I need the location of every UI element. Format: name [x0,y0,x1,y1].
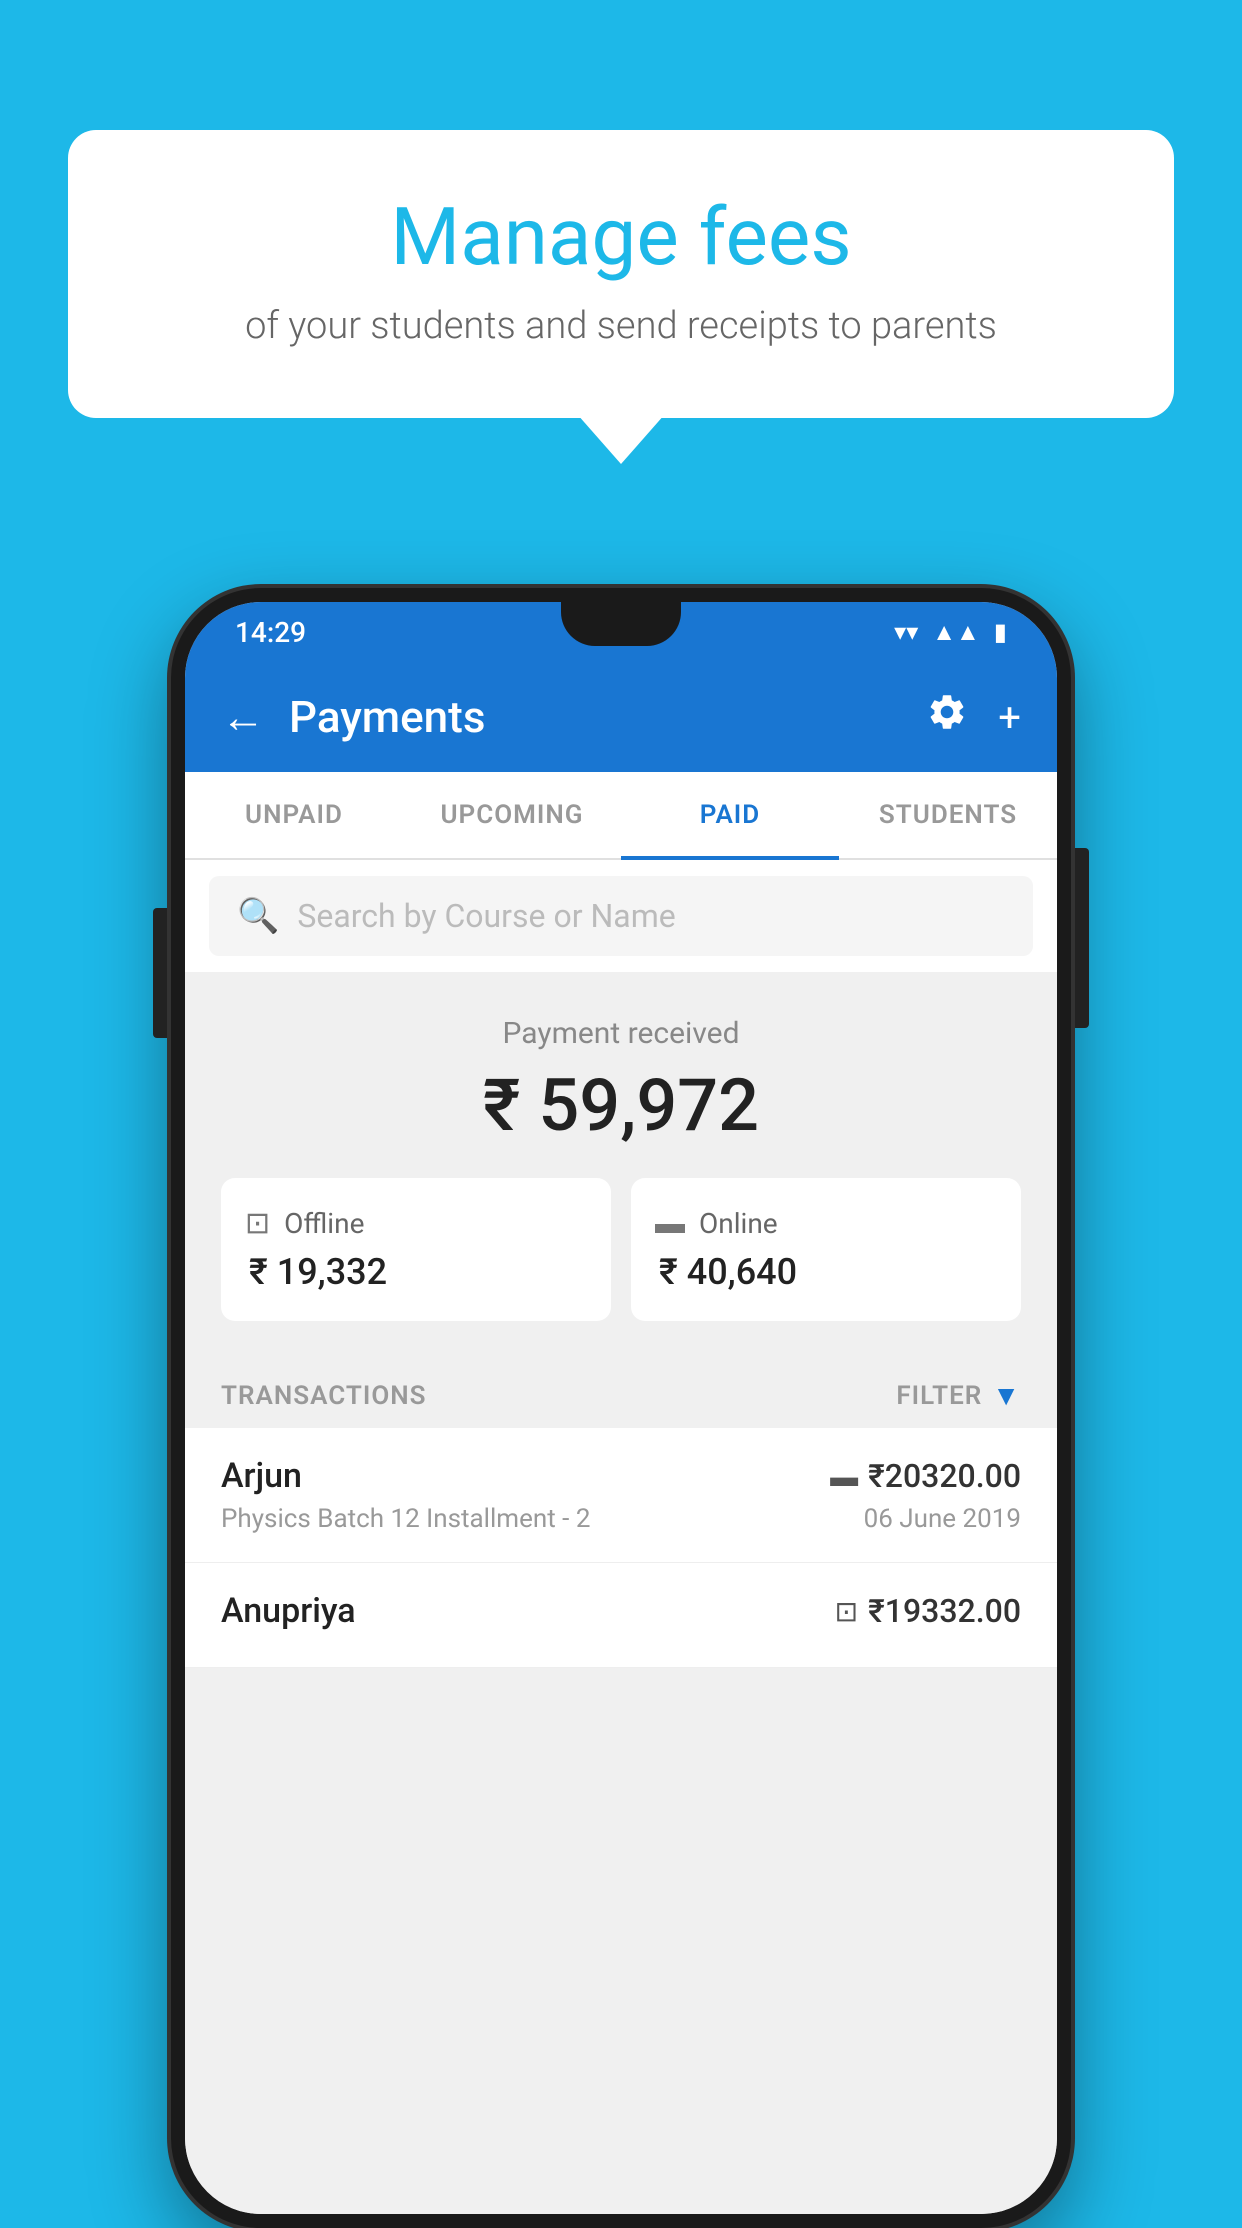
app-bar-actions: + [926,691,1021,743]
back-button[interactable]: ← [221,691,265,743]
transaction-amount: ₹19332.00 [868,1592,1021,1630]
status-icons: ▾▾ ▲▲ ▮ [894,618,1007,647]
signal-icon: ▲▲ [932,618,980,647]
content-area: Payment received ₹ 59,972 ⊡ Offline ₹ 19… [185,972,1057,2214]
online-icon: ▬ [655,1206,685,1241]
online-card: ▬ Online ₹ 40,640 [631,1178,1021,1321]
bubble-subtitle: of your students and send receipts to pa… [148,304,1094,348]
student-name: Anupriya [221,1591,356,1631]
gear-icon [926,691,968,733]
status-time: 14:29 [235,616,306,649]
course-info: Physics Batch 12 Installment - 2 [221,1504,590,1534]
phone-notch [561,602,681,646]
app-bar: ← Payments + [185,662,1057,772]
tab-upcoming[interactable]: UPCOMING [403,772,621,858]
app-bar-title: Payments [289,691,926,743]
tab-paid[interactable]: PAID [621,772,839,858]
search-input[interactable]: Search by Course or Name [297,897,675,935]
offline-icon: ⊡ [245,1206,270,1241]
tab-students[interactable]: STUDENTS [839,772,1057,858]
bubble-title: Manage fees [148,190,1094,284]
wifi-icon: ▾▾ [894,618,918,646]
transactions-label: TRANSACTIONS [221,1381,427,1411]
transactions-header: TRANSACTIONS FILTER ▼ [185,1351,1057,1428]
battery-icon: ▮ [994,618,1007,646]
speech-bubble: Manage fees of your students and send re… [68,130,1174,418]
promo-section: Manage fees of your students and send re… [68,130,1174,418]
phone-frame: 14:29 ▾▾ ▲▲ ▮ ← Payments + U [171,588,1071,2228]
offline-amount: ₹ 19,332 [245,1251,387,1293]
transaction-bottom: Physics Batch 12 Installment - 2 06 June… [221,1504,1021,1534]
filter-label: FILTER [896,1381,982,1411]
transaction-list: Arjun ▬ ₹20320.00 Physics Batch 12 Insta… [185,1428,1057,1668]
filter-icon: ▼ [992,1379,1021,1412]
table-row[interactable]: Anupriya ⊡ ₹19332.00 [185,1563,1057,1668]
payment-total-amount: ₹ 59,972 [221,1063,1021,1148]
search-box[interactable]: 🔍 Search by Course or Name [209,876,1033,956]
tabs-bar: UNPAID UPCOMING PAID STUDENTS [185,772,1057,860]
tab-unpaid[interactable]: UNPAID [185,772,403,858]
transaction-top: Anupriya ⊡ ₹19332.00 [221,1591,1021,1631]
online-amount: ₹ 40,640 [655,1251,797,1293]
online-label: Online [699,1207,778,1240]
offline-card: ⊡ Offline ₹ 19,332 [221,1178,611,1321]
payment-received-label: Payment received [221,1016,1021,1051]
search-container: 🔍 Search by Course or Name [185,860,1057,972]
transaction-top: Arjun ▬ ₹20320.00 [221,1456,1021,1496]
transaction-amount: ₹20320.00 [868,1457,1021,1495]
add-button[interactable]: + [998,694,1021,741]
offline-label: Offline [284,1207,364,1240]
amount-row: ⊡ ₹19332.00 [835,1592,1021,1630]
table-row[interactable]: Arjun ▬ ₹20320.00 Physics Batch 12 Insta… [185,1428,1057,1563]
payment-cards: ⊡ Offline ₹ 19,332 ▬ Online ₹ 40,640 [221,1178,1021,1321]
settings-button[interactable] [926,691,968,743]
student-name: Arjun [221,1456,302,1496]
date-info: 06 June 2019 [864,1504,1021,1534]
amount-row: ▬ ₹20320.00 [830,1457,1021,1495]
offline-label-row: ⊡ Offline [245,1206,364,1241]
online-payment-icon: ▬ [830,1460,858,1493]
filter-button[interactable]: FILTER ▼ [896,1379,1021,1412]
offline-payment-icon: ⊡ [835,1595,858,1628]
payment-summary: Payment received ₹ 59,972 ⊡ Offline ₹ 19… [185,972,1057,1351]
search-icon: 🔍 [237,896,279,936]
phone-screen: 14:29 ▾▾ ▲▲ ▮ ← Payments + U [185,602,1057,2214]
online-label-row: ▬ Online [655,1206,778,1241]
